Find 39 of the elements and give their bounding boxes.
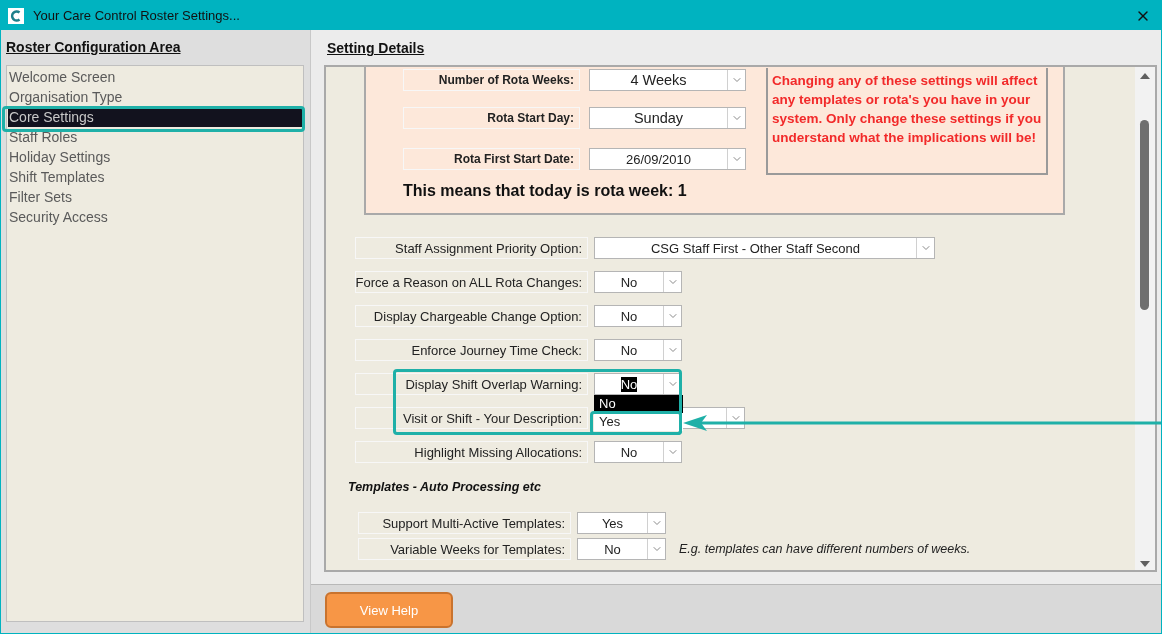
dropdown[interactable]: No <box>577 538 666 560</box>
dropdown[interactable]: 4 Weeks <box>589 69 746 91</box>
dropdown[interactable]: No <box>594 339 682 361</box>
setting-label: Highlight Missing Allocations: <box>355 441 588 463</box>
dropdown[interactable]: No <box>594 441 682 463</box>
setting-label: Rota First Start Date: <box>403 148 580 170</box>
scrollbar-thumb[interactable] <box>1140 120 1149 310</box>
menu-item[interactable]: Shift Templates <box>8 167 303 187</box>
window-title: Your Care Control Roster Settings... <box>33 8 241 23</box>
setting-label: Support Multi-Active Templates: <box>358 512 571 534</box>
menu-item[interactable]: Organisation Type <box>8 87 303 107</box>
warning-text: Changing any of these settings will affect any templates or rota's you have in your system. Only change these settings if you understand what the implications will be! <box>766 68 1048 175</box>
setting-label: Number of Rota Weeks: <box>403 69 580 91</box>
setting-label: Display Shift Overlap Warning: <box>355 373 588 395</box>
menu-item[interactable]: Security Access <box>8 207 303 227</box>
menu-item[interactable]: Filter Sets <box>8 187 303 207</box>
menu-item[interactable]: Holiday Settings <box>8 147 303 167</box>
logo-icon <box>8 7 24 24</box>
dropdown[interactable]: No <box>594 305 682 327</box>
setting-label: Enforce Journey Time Check: <box>355 339 588 361</box>
setting-label: Display Chargeable Change Option: <box>355 305 588 327</box>
dropdown[interactable]: 26/09/2010 <box>589 148 746 170</box>
setting-label: Variable Weeks for Templates: <box>358 538 571 560</box>
setting-note: E.g. templates can have different numbers of weeks. <box>679 542 971 556</box>
section-heading: Setting Details <box>327 40 425 56</box>
scrollbar[interactable] <box>1135 67 1155 570</box>
dropdown[interactable]: Yes <box>577 512 666 534</box>
setting-label: Force a Reason on ALL Rota Changes: <box>355 271 588 293</box>
dropdown[interactable]: Sunday <box>589 107 746 129</box>
setting-label: Visit or Shift - Your Description: <box>355 407 588 429</box>
rota-week-summary: This means that today is rota week: 1 <box>403 182 687 200</box>
templates-heading: Templates - Auto Processing etc <box>348 480 541 494</box>
menu-item[interactable]: Staff Roles <box>8 127 303 147</box>
menu-item[interactable]: Welcome Screen <box>8 67 303 87</box>
setting-label: Staff Assignment Priority Option: <box>355 237 588 259</box>
setting-label: Rota Start Day: <box>403 107 580 129</box>
dropdown[interactable]: No <box>594 271 682 293</box>
dropdown[interactable]: CSG Staff First - Other Staff Second <box>594 237 935 259</box>
sidebar-heading: Roster Configuration Area <box>6 39 181 55</box>
